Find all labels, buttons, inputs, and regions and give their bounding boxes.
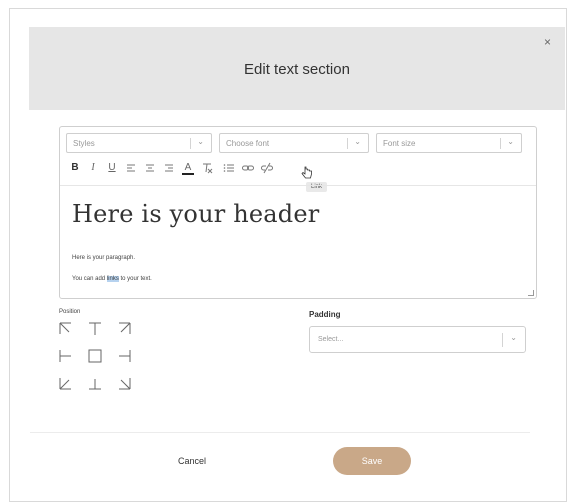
bullet-list-icon[interactable] — [222, 161, 236, 175]
font-dropdown-label: Choose font — [226, 139, 270, 148]
content-link-paragraph[interactable]: You can add links to your text. — [72, 276, 152, 282]
padding-select-placeholder: Select... — [318, 336, 344, 343]
position-bottom-center-icon[interactable] — [88, 376, 102, 390]
close-icon[interactable]: × — [544, 36, 551, 48]
modal-header: Edit text section × — [29, 27, 565, 110]
position-top-right-icon[interactable] — [117, 322, 131, 336]
styles-dropdown-label: Styles — [73, 139, 95, 148]
save-button[interactable]: Save — [333, 447, 411, 475]
position-top-left-icon[interactable] — [59, 322, 73, 336]
footer-divider — [30, 432, 530, 433]
styles-dropdown[interactable]: Styles ⌄ — [66, 133, 212, 153]
content-header[interactable]: Here is your header — [72, 200, 319, 228]
position-middle-left-icon[interactable] — [59, 349, 73, 363]
padding-label: Padding — [309, 310, 341, 319]
rich-text-editor[interactable]: Styles ⌄ Choose font ⌄ Font size ⌄ B I U… — [59, 126, 537, 299]
padding-select[interactable]: Select... ⌄ — [309, 326, 526, 353]
mouse-pointer-icon — [301, 166, 313, 185]
cancel-button[interactable]: Cancel — [170, 452, 214, 470]
selected-link-text: links — [106, 276, 119, 282]
chevron-down-icon: ⌄ — [354, 137, 361, 146]
font-size-dropdown[interactable]: Font size ⌄ — [376, 133, 522, 153]
position-bottom-right-icon[interactable] — [117, 376, 131, 390]
text-color-swatch — [182, 173, 194, 175]
italic-button[interactable]: I — [86, 161, 100, 175]
text-color-button[interactable]: A — [181, 161, 195, 175]
text-color-label: A — [184, 162, 192, 173]
font-size-dropdown-label: Font size — [383, 139, 416, 148]
font-dropdown[interactable]: Choose font ⌄ — [219, 133, 369, 153]
underline-button[interactable]: U — [105, 161, 119, 175]
modal-title: Edit text section — [244, 61, 350, 78]
position-center-icon[interactable] — [88, 349, 102, 363]
unlink-icon[interactable] — [260, 161, 274, 175]
chevron-down-icon: ⌄ — [197, 137, 204, 146]
position-bottom-left-icon[interactable] — [59, 376, 73, 390]
align-left-icon[interactable] — [124, 161, 138, 175]
position-grid — [59, 322, 137, 394]
link-icon[interactable] — [241, 161, 255, 175]
resize-handle-icon[interactable] — [528, 290, 534, 296]
position-top-center-icon[interactable] — [88, 322, 102, 336]
clear-format-icon[interactable] — [200, 161, 214, 175]
bold-button[interactable]: B — [68, 161, 82, 175]
position-label: Position — [59, 309, 81, 315]
position-middle-right-icon[interactable] — [117, 349, 131, 363]
chevron-down-icon: ⌄ — [507, 137, 514, 146]
content-paragraph[interactable]: Here is your paragraph. — [72, 255, 135, 261]
align-right-icon[interactable] — [162, 161, 176, 175]
align-center-icon[interactable] — [143, 161, 157, 175]
chevron-down-icon: ⌄ — [510, 333, 517, 342]
